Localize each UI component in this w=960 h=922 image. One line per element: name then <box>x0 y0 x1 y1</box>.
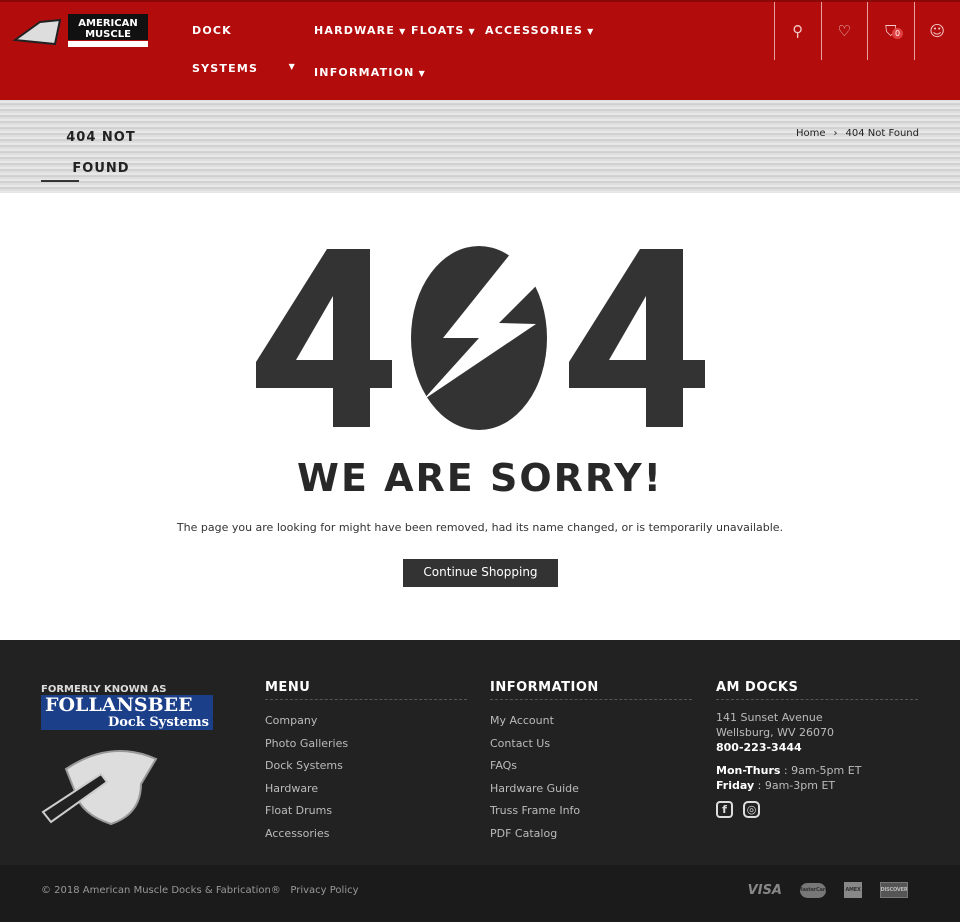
digit-4-right <box>569 249 705 427</box>
phone[interactable]: 800-223-3444 <box>716 740 918 755</box>
footer-link-truss-frame-info[interactable]: Truss Frame Info <box>490 800 692 823</box>
digit-4-left <box>256 249 392 427</box>
footer-link-faqs[interactable]: FAQs <box>490 755 692 778</box>
contact-heading: AM DOCKS <box>716 680 918 700</box>
footer-link-pdf-catalog[interactable]: PDF Catalog <box>490 823 692 846</box>
footer-link-company[interactable]: Company <box>265 710 467 733</box>
hours-value: : 9am-3pm ET <box>754 779 836 792</box>
footer-link-hardware-guide[interactable]: Hardware Guide <box>490 778 692 801</box>
facebook-icon[interactable]: f <box>716 801 733 818</box>
footer-link-dock-systems[interactable]: Dock Systems <box>265 755 467 778</box>
footer: FORMERLY KNOWN AS FOLLANSBEE Dock System… <box>0 640 960 865</box>
instagram-icon[interactable]: ◎ <box>743 801 760 818</box>
error-message: The page you are looking for might have … <box>176 521 784 534</box>
continue-shopping-button[interactable]: Continue Shopping <box>403 559 558 587</box>
anchor-mascot-logo <box>41 750 158 826</box>
footer-link-photo-galleries[interactable]: Photo Galleries <box>265 733 467 756</box>
privacy-policy-link[interactable]: Privacy Policy <box>290 885 358 896</box>
street: 141 Sunset Avenue <box>716 711 823 724</box>
footer-link-my-account[interactable]: My Account <box>490 710 692 733</box>
information-heading: INFORMATION <box>490 680 692 700</box>
phone-number: 800-223-3444 <box>716 741 802 754</box>
footer-link-contact-us[interactable]: Contact Us <box>490 733 692 756</box>
visa-icon: VISA <box>747 882 782 898</box>
footer-link-float-drums[interactable]: Float Drums <box>265 800 467 823</box>
bottom-bar: © 2018 American Muscle Docks & Fabricati… <box>0 865 960 922</box>
amex-icon: AMEX <box>844 882 862 898</box>
logo-sub: Dock Systems <box>41 715 213 730</box>
footer-contact: AM DOCKS 141 Sunset Avenue Wellsburg, WV… <box>716 680 918 818</box>
logo-name: FOLLANSBEE <box>41 695 213 715</box>
mastercard-icon: MasterCard <box>800 882 826 898</box>
hours-label: Friday <box>716 779 755 792</box>
footer-information: INFORMATION My Account Contact Us FAQs H… <box>490 680 692 845</box>
footer-menu: MENU Company Photo Galleries Dock System… <box>265 680 467 845</box>
follansbee-logo: FORMERLY KNOWN AS FOLLANSBEE Dock System… <box>41 684 213 833</box>
error-code-graphic <box>256 240 705 430</box>
error-heading: WE ARE SORRY! <box>297 456 663 500</box>
copyright: © 2018 American Muscle Docks & Fabricati… <box>41 885 281 896</box>
footer-link-hardware[interactable]: Hardware <box>265 778 467 801</box>
hours-mon-thurs: Mon-Thurs : 9am-5pm ET <box>716 763 918 778</box>
hours-friday: Friday : 9am-3pm ET <box>716 778 918 793</box>
discover-icon: DISCOVER <box>880 882 908 898</box>
hours-label: Mon-Thurs <box>716 764 781 777</box>
hours-value: : 9am-5pm ET <box>780 764 862 777</box>
footer-link-accessories[interactable]: Accessories <box>265 823 467 846</box>
city: Wellsburg, WV 26070 <box>716 726 834 739</box>
menu-heading: MENU <box>265 680 467 700</box>
